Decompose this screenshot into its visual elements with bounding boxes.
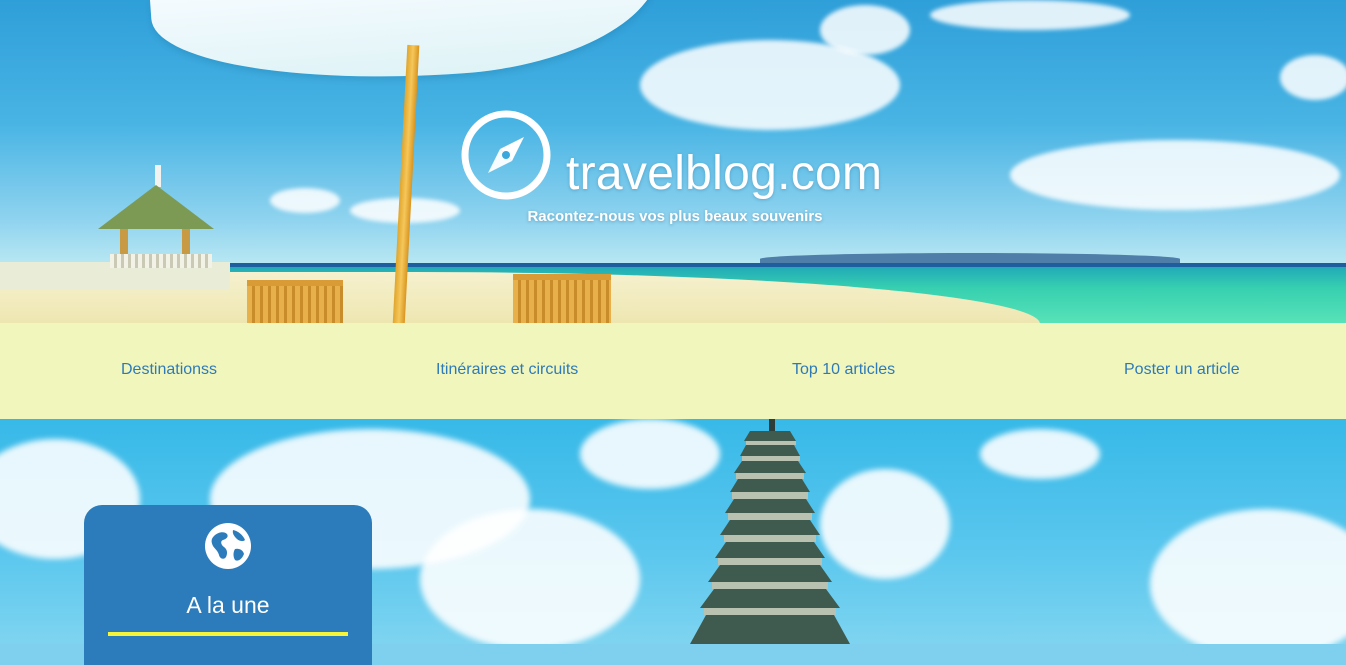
title-underline <box>108 632 348 636</box>
hero-banner: travelblog.com Racontez-nous vos plus be… <box>0 0 1346 323</box>
nav-item-post-article[interactable]: Poster un article <box>1124 361 1240 379</box>
featured-card[interactable]: A la une <box>84 505 372 665</box>
site-name: travelblog.com <box>566 147 883 200</box>
beach-chair <box>513 274 611 323</box>
compass-icon <box>461 110 551 199</box>
featured-title: A la une <box>186 592 270 618</box>
site-logo[interactable]: travelblog.com <box>460 108 882 201</box>
nav-item-destinations[interactable]: Destinationss <box>121 361 217 379</box>
globe-icon <box>205 523 251 569</box>
main-navigation: Destinationss Itinéraires et circuits To… <box>0 323 1346 419</box>
nav-item-itineraries[interactable]: Itinéraires et circuits <box>436 361 578 379</box>
beach-chair <box>247 280 343 323</box>
site-tagline: Racontez-nous vos plus beaux souvenirs <box>527 208 823 225</box>
nav-item-top10[interactable]: Top 10 articles <box>792 361 895 379</box>
